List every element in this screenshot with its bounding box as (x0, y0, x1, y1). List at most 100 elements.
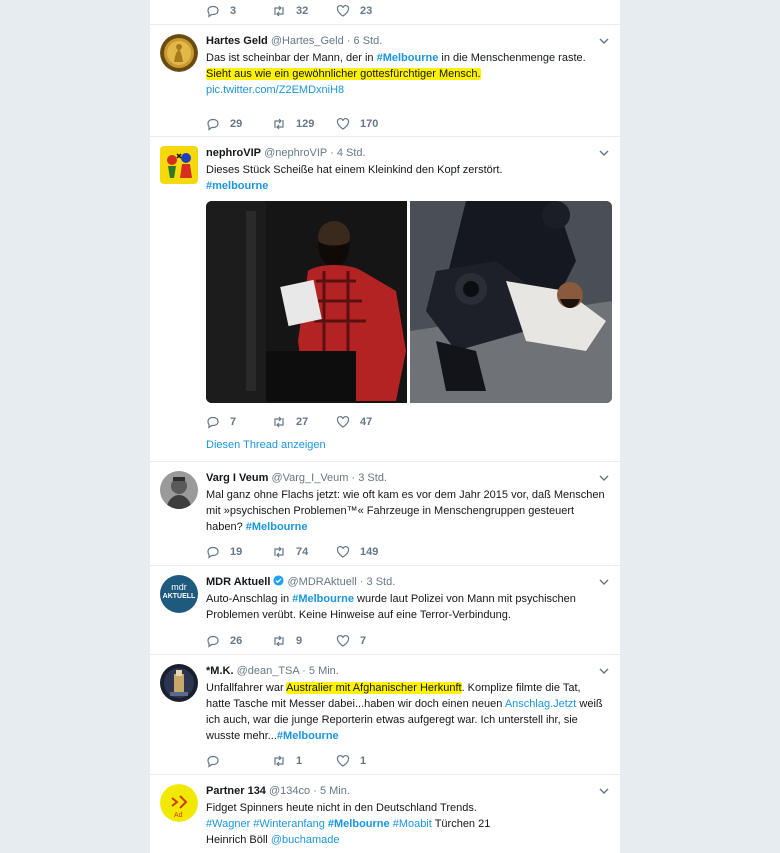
avatar[interactable] (160, 34, 198, 72)
tweet-header: *M.K. @dean_TSA · 5 Min. (206, 664, 610, 678)
hashtag-melbourne[interactable]: #Melbourne (328, 818, 390, 830)
text-segment: Unfallfahrer war (206, 682, 287, 694)
separator: · (359, 576, 364, 588)
handle[interactable]: @Hartes_Geld (271, 35, 344, 47)
tweet-header: Partner 134 @134co · 5 Min. (206, 784, 610, 798)
handle[interactable]: @134co (269, 785, 310, 797)
hashtag-melbourne[interactable]: #Melbourne (246, 521, 308, 533)
retweet-button[interactable]: 129 (272, 116, 314, 132)
hashtag-melbourne[interactable]: #Melbourne (292, 593, 354, 605)
retweet-count: 1 (296, 755, 303, 767)
display-name[interactable]: MDR Aktuell (206, 576, 270, 588)
display-name[interactable]: Varg I Veum (206, 472, 268, 484)
display-name[interactable]: Hartes Geld (206, 35, 268, 47)
separator: · (313, 785, 317, 797)
chevron-down-icon[interactable] (598, 148, 610, 158)
show-thread-link[interactable]: Diesen Thread anzeigen (206, 439, 326, 451)
handle[interactable]: @Varg_I_Veum (271, 472, 348, 484)
hashtag-moabit[interactable]: #Moabit (393, 818, 432, 830)
avatar-logo-text: AKTUELL (162, 593, 196, 600)
mention-buchamade[interactable]: @buchamade (271, 834, 340, 846)
hashtag-melbourne[interactable]: #Melbourne (277, 730, 339, 742)
tweet-mk[interactable]: *M.K. @dean_TSA · 5 Min. Unfallfahrer wa… (150, 655, 620, 775)
avatar[interactable]: mdr AKTUELL (160, 575, 198, 613)
like-button[interactable]: 47 (336, 414, 372, 430)
reply-icon (207, 546, 219, 559)
anschlag-jetzt-link[interactable]: Anschlag.Jetzt (505, 698, 577, 710)
like-button[interactable]: 170 (336, 116, 378, 132)
chevron-down-icon[interactable] (598, 36, 610, 46)
retweet-icon (274, 755, 284, 767)
text-segment: . Komplize filmte die Tat, (461, 682, 581, 694)
like-count: 1 (360, 755, 367, 767)
chevron-down-icon[interactable] (598, 786, 610, 796)
reply-count: 7 (230, 416, 237, 428)
avatar[interactable] (160, 146, 198, 184)
hashtag-melbourne[interactable]: #melbourne (206, 180, 268, 192)
heart-icon (336, 545, 350, 558)
tweet-hartes-geld[interactable]: Hartes Geld @Hartes_Geld · 6 Std. Das is… (150, 25, 620, 137)
display-name[interactable]: *M.K. (206, 665, 234, 677)
text-segment: mit »psychischen Problemen™« Fahrzeuge i… (206, 505, 575, 517)
tweet-media[interactable] (206, 201, 612, 403)
tweet-varg-i-veum[interactable]: Varg I Veum @Varg_I_Veum · 3 Std. Mal ga… (150, 462, 620, 566)
hashtag-wagner[interactable]: #Wagner (206, 818, 250, 830)
chevron-down-icon[interactable] (598, 577, 610, 587)
reply-button[interactable] (206, 753, 230, 769)
text-segment: Dieses Stück Scheiße hat einem Kleinkind… (206, 164, 503, 176)
tweet-header: Hartes Geld @Hartes_Geld · 6 Std. (206, 34, 610, 48)
tweet-mdr-aktuell[interactable]: mdr AKTUELL MDR Aktuell @MDRAktuell · 3 … (150, 566, 620, 655)
tweet-partner-134[interactable]: Ad Partner 134 @134co · 5 Min. Fidget Sp… (150, 775, 620, 853)
retweet-button[interactable]: 27 (272, 414, 308, 430)
pic-link[interactable]: pic.twitter.com/Z2EMDxniH8 (206, 84, 344, 96)
timestamp[interactable]: 5 Min. (309, 665, 339, 677)
like-button[interactable]: 149 (336, 544, 378, 560)
like-count: 23 (360, 5, 373, 17)
timestamp[interactable]: 5 Min. (320, 785, 350, 797)
reply-button[interactable]: 3 (206, 3, 236, 19)
timeline: 3 32 23 Hartes Geld @Hartes_Geld · 6 Std… (150, 0, 620, 853)
like-button[interactable]: 7 (336, 633, 366, 649)
chevron-down-icon[interactable] (598, 473, 610, 483)
text-segment: Problemen verübt. Keine Hinweise auf ein… (206, 609, 511, 621)
tweet-text: Unfallfahrer war Australier mit Afghanis… (206, 680, 610, 744)
text-segment: haben? (206, 521, 246, 533)
timestamp[interactable]: 3 Std. (367, 576, 396, 588)
like-button[interactable]: 23 (336, 3, 372, 19)
verified-badge-icon (273, 575, 284, 586)
like-button[interactable]: 1 (336, 753, 366, 769)
handle[interactable]: @dean_TSA (237, 665, 300, 677)
retweet-button[interactable]: 32 (272, 3, 308, 19)
tweet-previous: 3 32 23 (150, 0, 620, 25)
handle[interactable]: @MDRAktuell (288, 576, 357, 588)
tweet-nephrovip[interactable]: nephroVIP @nephroVIP · 4 Std. Dieses Stü… (150, 137, 620, 462)
reply-button[interactable]: 7 (206, 414, 236, 430)
display-name[interactable]: Partner 134 (206, 785, 266, 797)
reply-icon (207, 5, 219, 18)
avatar[interactable]: Ad (160, 784, 198, 822)
retweet-count: 27 (296, 416, 309, 428)
display-name[interactable]: nephroVIP (206, 147, 261, 159)
hashtag-melbourne[interactable]: #Melbourne (377, 52, 439, 64)
timestamp[interactable]: 3 Std. (358, 472, 387, 484)
reply-button[interactable]: 19 (206, 544, 242, 560)
avatar[interactable] (160, 471, 198, 509)
reply-count: 19 (230, 546, 243, 558)
heart-icon (336, 634, 350, 647)
retweet-button[interactable]: 1 (272, 753, 302, 769)
reply-button[interactable]: 26 (206, 633, 242, 649)
reply-button[interactable]: 29 (206, 116, 242, 132)
retweet-button[interactable]: 9 (272, 633, 302, 649)
text-segment: wusste mehr... (206, 730, 277, 742)
timestamp[interactable]: 6 Std. (354, 35, 383, 47)
chevron-down-icon[interactable] (598, 666, 610, 676)
handle[interactable]: @nephroVIP (264, 147, 327, 159)
text-segment: Auto-Anschlag in (206, 593, 293, 605)
hashtag-winteranfang[interactable]: #Winteranfang (253, 818, 325, 830)
timestamp[interactable]: 4 Std. (337, 147, 366, 159)
avatar[interactable] (160, 664, 198, 702)
retweet-icon (274, 118, 284, 130)
tweet-text: Das ist scheinbar der Mann, der in #Melb… (206, 50, 610, 98)
retweet-button[interactable]: 74 (272, 544, 308, 560)
separator: · (346, 35, 351, 47)
